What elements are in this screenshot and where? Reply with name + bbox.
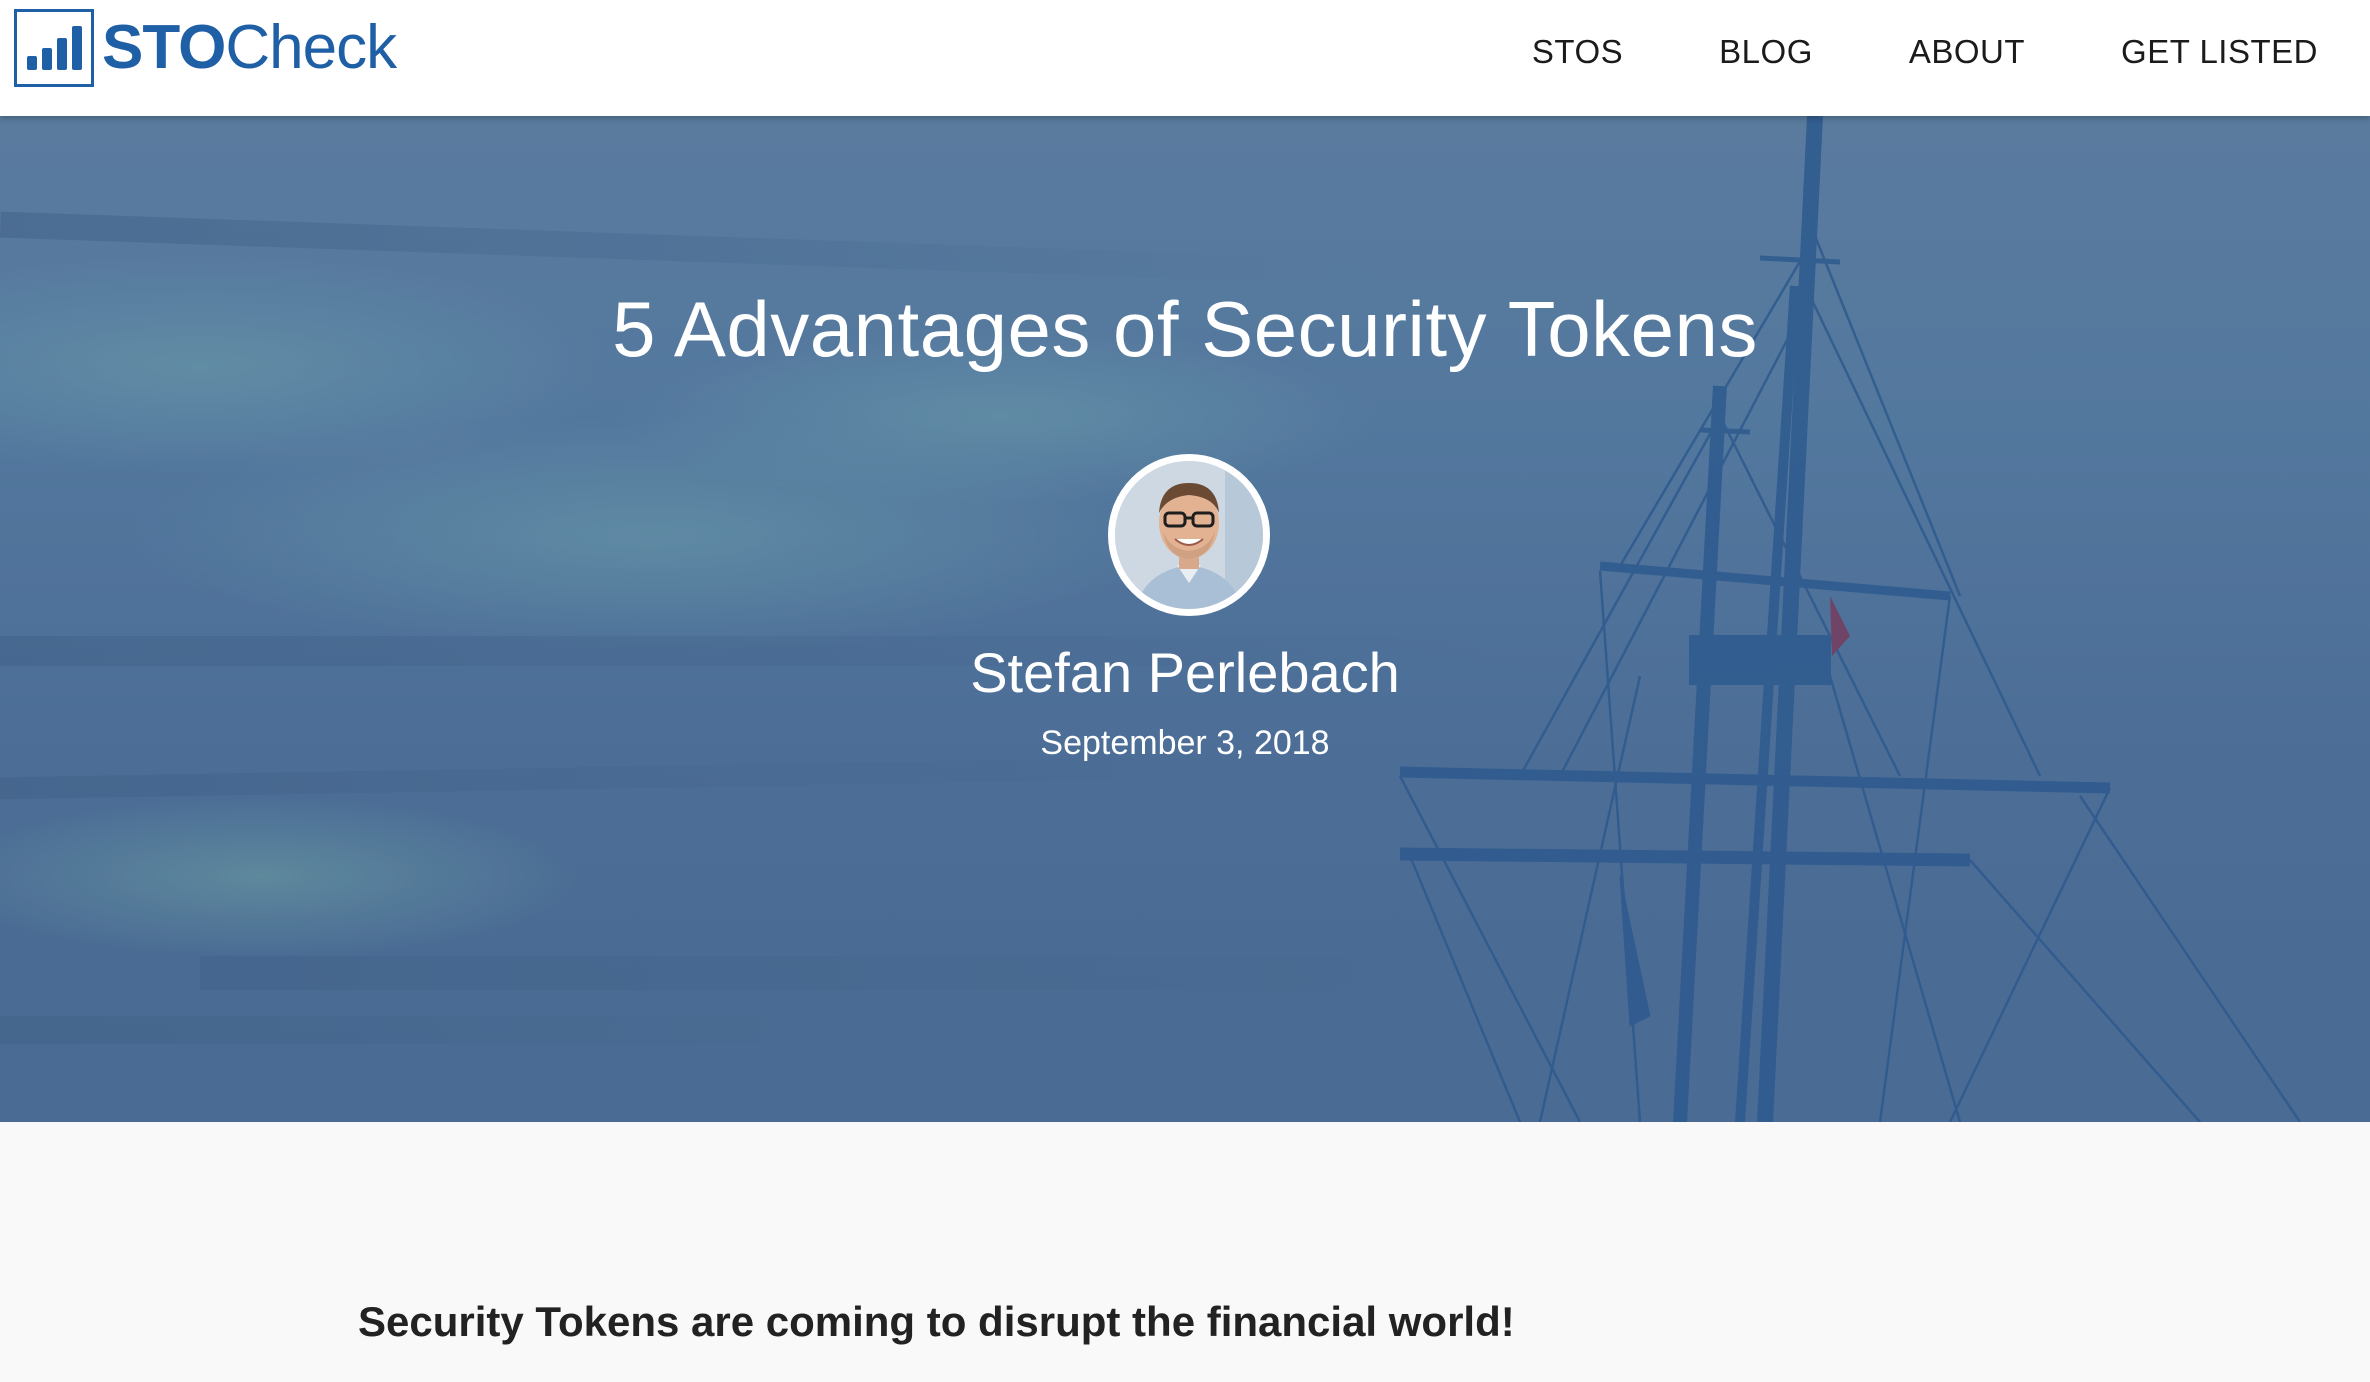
author-portrait-image bbox=[1115, 461, 1263, 609]
article-lead-heading: Security Tokens are coming to disrupt th… bbox=[358, 1298, 1515, 1345]
stocheck-logo-link[interactable]: STOCheck bbox=[14, 8, 397, 88]
author-avatar[interactable] bbox=[1108, 454, 1270, 616]
top-navbar: STOCheck STOS BLOG ABOUT GET LISTED bbox=[0, 0, 2370, 116]
brand-name-bold: STO bbox=[102, 13, 226, 82]
author-name[interactable]: Stefan Perlebach bbox=[0, 640, 2370, 705]
post-date: September 3, 2018 bbox=[1040, 724, 1330, 762]
hero-banner: 5 Advantages of Security Tokens Stefan P… bbox=[0, 116, 2370, 1122]
brand-name: STOCheck bbox=[102, 17, 397, 79]
nav-link-about[interactable]: ABOUT bbox=[1909, 33, 2025, 71]
ship-mast-background-image bbox=[0, 116, 2370, 1122]
nav-link-blog[interactable]: BLOG bbox=[1719, 33, 1813, 71]
nav-link-stos[interactable]: STOS bbox=[1532, 33, 1623, 71]
post-title: 5 Advantages of Security Tokens bbox=[612, 285, 1758, 373]
brand-name-light: Check bbox=[225, 13, 397, 82]
bar-chart-logo-icon bbox=[14, 9, 94, 87]
article-body: Security Tokens are coming to disrupt th… bbox=[0, 1122, 2370, 1382]
main-nav: STOS BLOG ABOUT GET LISTED bbox=[1532, 0, 2318, 104]
nav-link-get-listed[interactable]: GET LISTED bbox=[2121, 33, 2318, 71]
